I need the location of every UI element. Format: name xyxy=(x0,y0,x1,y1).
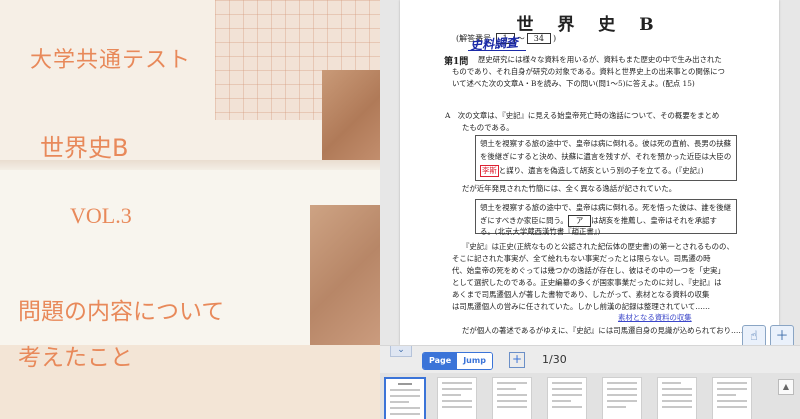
highlighted-phrase: 素材となる資料の収集 xyxy=(618,313,692,322)
thumbnail-page[interactable] xyxy=(657,377,697,419)
page-indicator: 1/30 xyxy=(542,353,567,366)
body-line: そこに記された事実が、全て絵れもない事実だったとは限らない。司馬遷の時 xyxy=(452,254,711,263)
thumbnail-page[interactable] xyxy=(437,377,477,419)
jump-mode-button[interactable]: Jump xyxy=(457,353,492,369)
body-line: だが個人の著述であるがゆえに、『史記』には司馬遷自身の見識が込められており…… xyxy=(462,326,746,335)
cover-panel: 大学共通テスト 世界史B VOL.3 問題の内容について 考えたこと xyxy=(0,0,380,419)
red-marked-term: 李斯 xyxy=(480,165,499,177)
box2-line: る。(北京大学蔵西漢竹書『趙正書』) xyxy=(480,227,601,236)
question-line: 歴史研究には様々な資料を用いるが、資料もまた歴史の中で生み出された xyxy=(478,55,722,64)
viewer-toolbar: ⌄ Page Jump + 1/30 xyxy=(380,345,800,374)
box1-line3: 李斯 と謀り、遺言を偽造して胡亥という別の子を立てる。(『史記』) xyxy=(480,165,704,177)
cover-caption-line1: 問題の内容について xyxy=(18,299,225,325)
section-a-line: たものである。 xyxy=(462,123,514,132)
answer-close: ) xyxy=(552,34,557,43)
cover-caption-line2: 考えたこと xyxy=(18,345,133,371)
answer-to: 34 xyxy=(526,33,551,44)
body-line: 『史記』は正史(正統なものと公認された紀伝体の歴史書)の第一とされるものの、 xyxy=(462,242,734,251)
section-a-line: A 次の文章は、『史記』に見える始皇帝死亡時の逸話について、その概要をまとめ xyxy=(445,111,720,120)
chevron-down-icon[interactable]: ⌄ xyxy=(390,346,412,357)
question-heading: 第1問 xyxy=(444,57,469,67)
box2-line2: ぎにすべきか家臣に問う。アは胡亥を推薦し、皇帝はそれを承認す xyxy=(480,215,717,227)
page-mode-button[interactable]: Page xyxy=(423,353,458,369)
body-line: として選択したのである。正史編纂の多くが国家事業だったのに対し、『史記』は xyxy=(452,278,722,287)
thumbnail-page[interactable] xyxy=(602,377,642,419)
cover-title-subject: 世界史B xyxy=(40,134,129,162)
body-line: 代、始皇帝の死をめぐっては幾つかの逸話が存在し、彼はその中の一つを「史実」 xyxy=(452,266,725,275)
thumbnail-page[interactable] xyxy=(547,377,587,419)
box1-line: 領土を視察する旅の途中で、皇帝は病に倒れる。彼は死の直前、長男の扶蘇 xyxy=(480,139,731,148)
body-line: あくまで司馬遷個人が著した書物であり、したがって、素材となる資料の収集 xyxy=(452,290,710,299)
thumbnail-page[interactable] xyxy=(712,377,752,419)
kraft-paper-bottom xyxy=(310,205,380,355)
page-jump-toggle: Page Jump xyxy=(422,352,493,370)
question-line: いて述べた次の文章A・Bを読み、下の問い(問1～5)に答えよ。(配点 15) xyxy=(452,79,695,88)
box1-line: を後継ぎにすると決め、扶蘇に遺言を残すが、それを預かった近臣は大臣の xyxy=(480,152,732,161)
pdf-page[interactable]: 世 界 史 B (解答番号 1 ～ 34) 史料調査 第1問 歴史研究には様々な資料… xyxy=(400,0,779,345)
handwritten-underline xyxy=(468,50,526,51)
box2-line: 領土を視察する旅の途中で、皇帝は病に倒れる。死を悟った彼は、誰を後継 xyxy=(480,203,731,212)
page-title: 世 界 史 B xyxy=(516,15,663,35)
thumbnail-page[interactable] xyxy=(492,377,532,419)
body-line: は司馬遷個人の営みに任されていた。しかし前漢の記録は整理されていて…… xyxy=(452,302,711,311)
thumbnail-page[interactable] xyxy=(384,377,426,419)
thumbnail-strip: ▲ xyxy=(380,373,800,419)
thumbnail-scroll-up-icon[interactable]: ▲ xyxy=(778,379,794,395)
question-line: ものであり、それ自身が研究の対象である。資料と世界史上の出来事との関係につ xyxy=(452,67,725,76)
cover-title-exam: 大学共通テスト xyxy=(30,48,192,73)
cover-volume: VOL.3 xyxy=(70,203,132,228)
pdf-viewer: 世 界 史 B (解答番号 1 ～ 34) 史料調査 第1問 歴史研究には様々な資料… xyxy=(380,0,800,419)
blank-a: ア xyxy=(567,215,592,227)
add-bookmark-button[interactable]: + xyxy=(509,352,525,368)
mid-line: だが近年発見された竹簡には、全く異なる逸話が記されていた。 xyxy=(462,184,677,193)
